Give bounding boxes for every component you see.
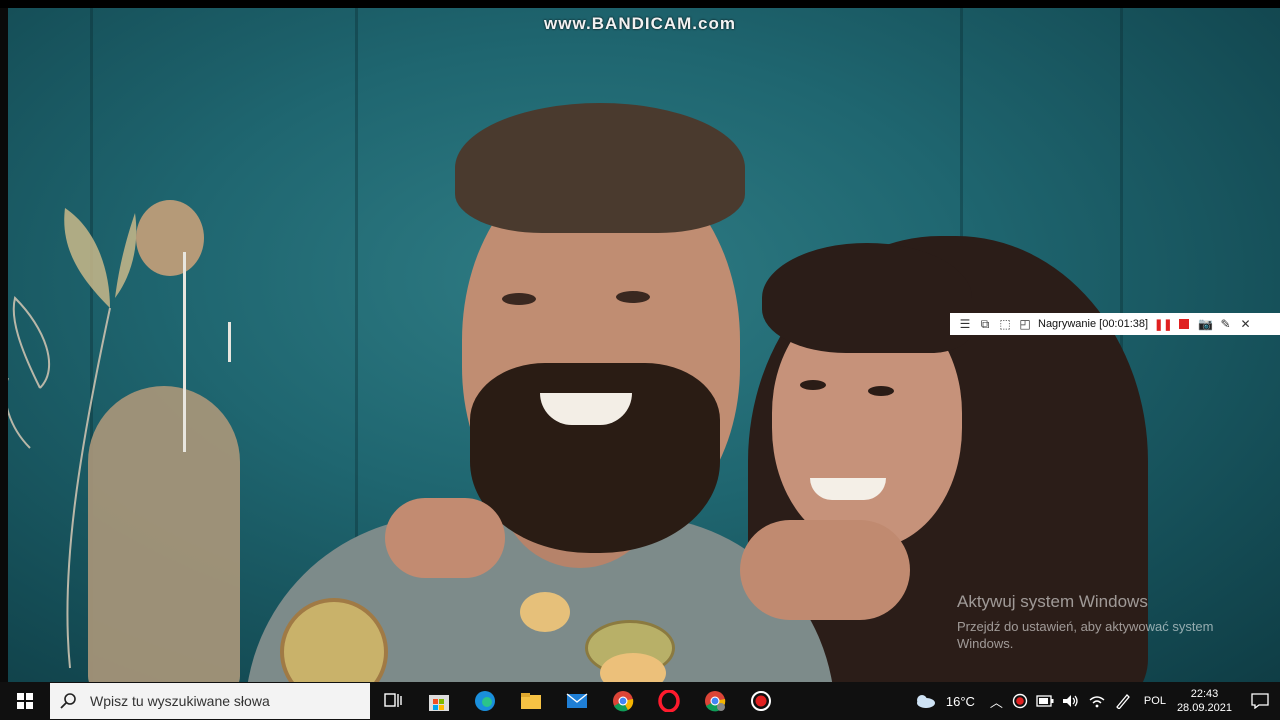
- bandicam-app-icon[interactable]: [738, 682, 784, 720]
- bandicam-toolbar: ☰ ⧉ ⬚ ◰ Nagrywanie [00:01:38] ❚❚ 📷 ✎ ✕: [950, 313, 1280, 335]
- chrome-icon[interactable]: [600, 682, 646, 720]
- beige-blob: [88, 386, 240, 682]
- weather-temp[interactable]: 16°C: [946, 694, 975, 709]
- opera-icon[interactable]: [646, 682, 692, 720]
- menu-icon[interactable]: ☰: [956, 315, 974, 333]
- battery-icon[interactable]: [1036, 695, 1054, 707]
- clock[interactable]: 22:43 28.09.2021: [1177, 687, 1232, 715]
- pen-icon[interactable]: ✎: [1217, 315, 1235, 333]
- wifi-icon[interactable]: [1088, 694, 1106, 708]
- notification-center-button[interactable]: [1240, 682, 1280, 720]
- white-stroke: [183, 252, 186, 452]
- close-icon[interactable]: ✕: [1237, 315, 1255, 333]
- edge-icon[interactable]: [462, 682, 508, 720]
- search-box[interactable]: Wpisz tu wyszukiwane słowa: [50, 683, 370, 719]
- system-tray: 16°C ︿ POL 22:43 28.09.2021: [913, 682, 1280, 720]
- shirt-print-circle: [520, 592, 570, 632]
- recording-status: Nagrywanie [00:01:38]: [1038, 318, 1149, 330]
- search-placeholder: Wpisz tu wyszukiwane słowa: [90, 693, 270, 709]
- activation-watermark: Aktywuj system Windows Przejdź do ustawi…: [957, 592, 1247, 652]
- weather-cloud-icon[interactable]: [913, 693, 937, 709]
- woman-arm: [740, 520, 910, 620]
- task-view-icon[interactable]: [370, 682, 416, 720]
- bandicam-tray-icon[interactable]: [1012, 693, 1028, 709]
- notification-icon: [1251, 693, 1269, 709]
- mail-icon[interactable]: [554, 682, 600, 720]
- video-frame: www.BANDICAM.com: [0, 8, 1280, 682]
- region-select-icon[interactable]: ⬚: [996, 315, 1014, 333]
- pinned-apps: [370, 682, 784, 720]
- clock-date: 28.09.2021: [1176, 702, 1232, 714]
- pause-icon[interactable]: ❚❚: [1154, 318, 1172, 331]
- start-button[interactable]: [0, 682, 50, 720]
- fullscreen-mode-icon[interactable]: ◰: [1016, 315, 1034, 333]
- search-icon: [60, 693, 76, 709]
- white-stroke: [228, 322, 231, 362]
- man-hair: [455, 103, 745, 233]
- bandicam-watermark: www.BANDICAM.com: [544, 14, 736, 33]
- microsoft-store-icon[interactable]: [416, 682, 462, 720]
- chevron-up-icon[interactable]: ︿: [990, 692, 1003, 711]
- man-eye: [502, 293, 536, 305]
- frame-border: [0, 8, 8, 682]
- woman-eye: [868, 386, 894, 396]
- man-beard: [470, 363, 720, 553]
- language-indicator[interactable]: POL: [1144, 695, 1166, 707]
- activation-title: Aktywuj system Windows: [957, 592, 1148, 611]
- camera-icon[interactable]: 📷: [1197, 315, 1215, 333]
- window-mode-icon[interactable]: ⧉: [976, 315, 994, 333]
- windows-logo-icon: [17, 693, 33, 709]
- man-eye: [616, 291, 650, 303]
- woman-bangs: [762, 243, 972, 353]
- clock-time: 22:43: [1190, 688, 1219, 700]
- activation-subtitle: Przejdź do ustawień, aby aktywować syste…: [957, 619, 1214, 651]
- stop-icon[interactable]: [1178, 319, 1189, 329]
- file-explorer-icon[interactable]: [508, 682, 554, 720]
- pen-workspace-icon[interactable]: [1114, 693, 1132, 709]
- woman-hand: [385, 498, 505, 578]
- volume-icon[interactable]: [1062, 694, 1080, 708]
- beige-circle: [136, 200, 204, 276]
- woman-eye: [800, 380, 826, 390]
- taskbar: Wpisz tu wyszukiwane słowa 16°C ︿ POL 22…: [0, 682, 1280, 720]
- chrome-profile-icon[interactable]: [692, 682, 738, 720]
- woman-smile: [810, 478, 886, 500]
